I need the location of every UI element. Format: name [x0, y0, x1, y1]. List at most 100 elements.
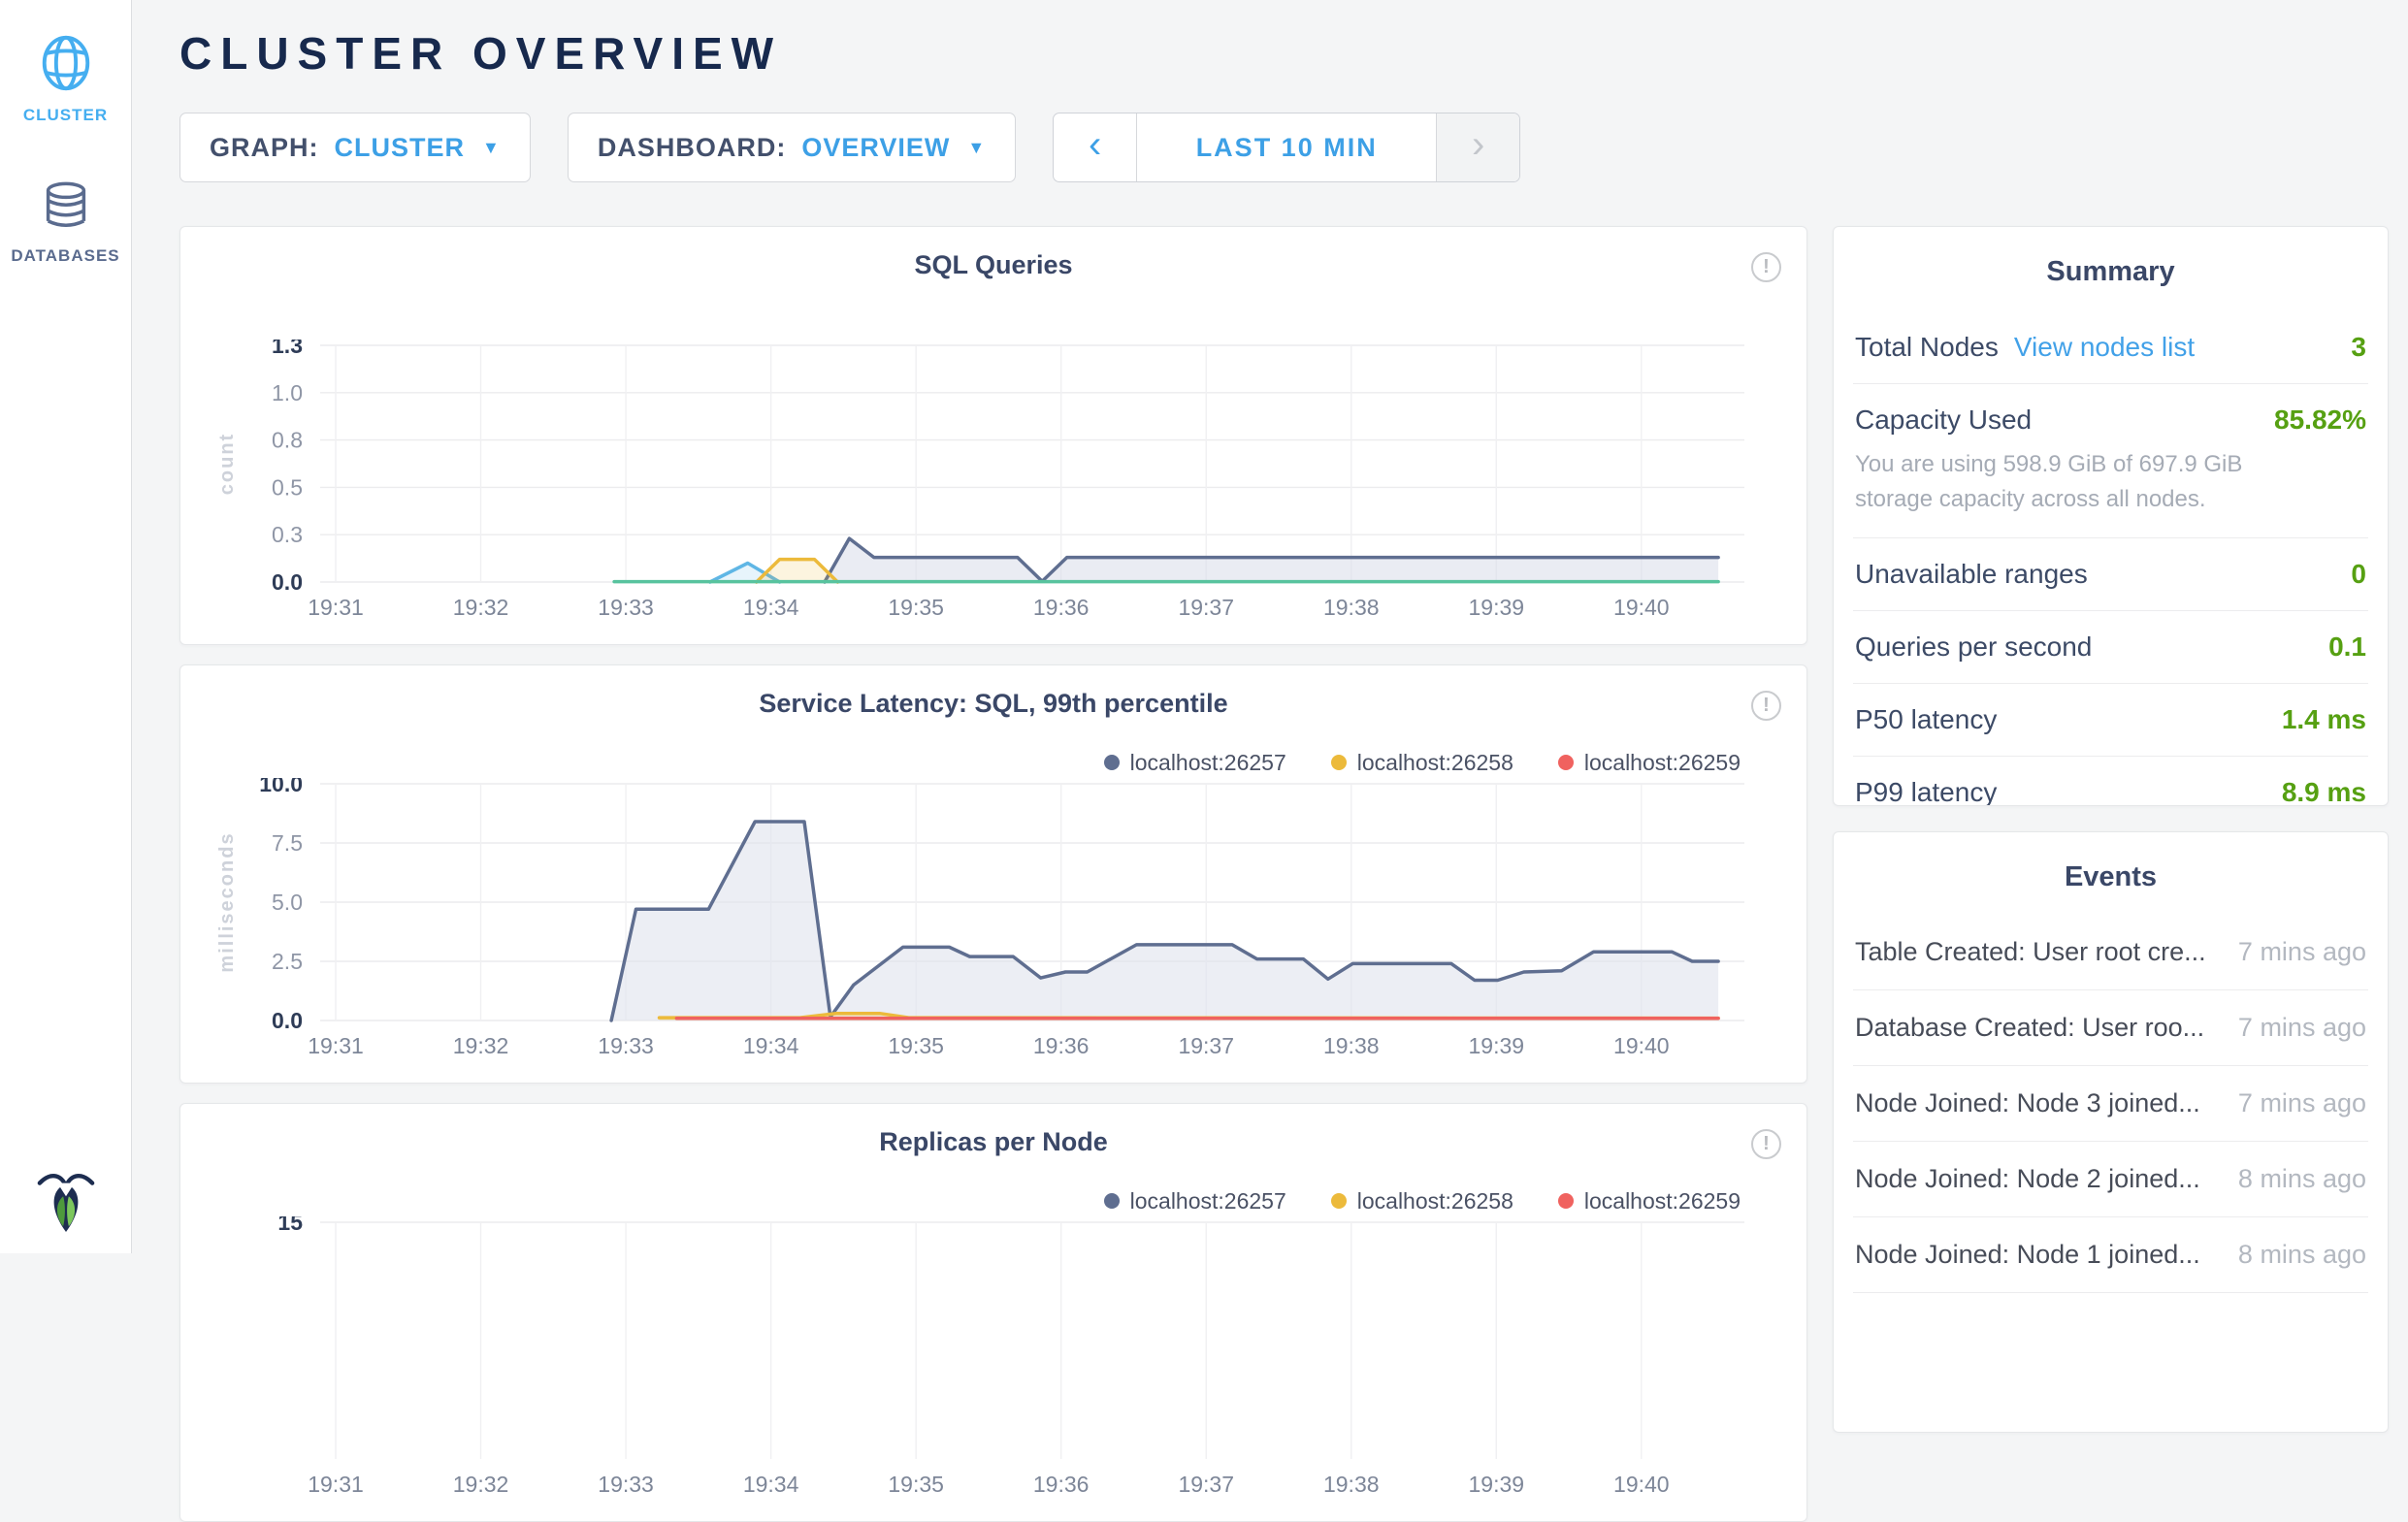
legend-item: localhost:26259	[1558, 750, 1741, 776]
time-range-value[interactable]: LAST 10 MIN	[1137, 113, 1436, 181]
summary-row-subtext: You are using 598.9 GiB of 697.9 GiB sto…	[1855, 447, 2262, 517]
summary-row-value: 1.4 ms	[2282, 704, 2366, 735]
svg-text:19:39: 19:39	[1469, 1033, 1525, 1058]
legend-label: localhost:26259	[1584, 1188, 1741, 1214]
chevron-down-icon: ▼	[967, 138, 986, 158]
svg-text:0.0: 0.0	[272, 569, 303, 595]
dashboard-dropdown[interactable]: DASHBOARD: OVERVIEW ▼	[568, 113, 1016, 182]
info-icon[interactable]: !	[1751, 252, 1781, 282]
event-row: Node Joined: Node 3 joined...7 mins ago	[1853, 1066, 2368, 1142]
svg-text:milliseconds: milliseconds	[216, 831, 238, 972]
controls-bar: GRAPH: CLUSTER ▼ DASHBOARD: OVERVIEW ▼ ‹…	[179, 113, 2389, 182]
sidebar-item-cluster[interactable]: CLUSTER	[0, 33, 131, 125]
summary-row-value: 8.9 ms	[2282, 777, 2366, 806]
cockroachdb-logo[interactable]	[36, 1169, 96, 1242]
info-icon[interactable]: !	[1751, 691, 1781, 721]
svg-text:19:33: 19:33	[598, 595, 654, 620]
view-nodes-list-link[interactable]: View nodes list	[2014, 332, 2195, 362]
chart-legend: localhost:26257 localhost:26258 localhost:…	[200, 1185, 1787, 1216]
svg-text:7.5: 7.5	[272, 830, 303, 856]
summary-row-label: Total Nodes	[1855, 332, 1999, 362]
svg-text:19:37: 19:37	[1178, 1472, 1234, 1497]
event-row: Node Joined: Node 2 joined...8 mins ago	[1853, 1142, 2368, 1217]
summary-row: Unavailable ranges 0	[1853, 537, 2368, 610]
svg-text:19:40: 19:40	[1613, 595, 1670, 620]
svg-text:1.3: 1.3	[272, 340, 303, 358]
svg-text:5.0: 5.0	[272, 890, 303, 915]
summary-row-value: 0	[2351, 559, 2366, 590]
dashboard-dropdown-value: OVERVIEW	[801, 133, 950, 163]
event-text: Node Joined: Node 1 joined...	[1855, 1240, 2200, 1270]
sidebar-item-label: DATABASES	[0, 246, 131, 266]
svg-text:19:36: 19:36	[1033, 1472, 1090, 1497]
event-text: Database Created: User roo...	[1855, 1013, 2204, 1043]
svg-text:0.3: 0.3	[272, 522, 303, 547]
dashboard-dropdown-label: DASHBOARD:	[598, 133, 787, 163]
event-row: Node Joined: Node 1 joined...8 mins ago	[1853, 1217, 2368, 1293]
chart-legend	[200, 308, 1787, 340]
graph-dropdown[interactable]: GRAPH: CLUSTER ▼	[179, 113, 531, 182]
legend-dot-icon	[1558, 1193, 1574, 1209]
time-range-prev-button[interactable]: ‹	[1054, 113, 1137, 181]
svg-text:19:38: 19:38	[1323, 1472, 1380, 1497]
legend-label: localhost:26257	[1130, 750, 1286, 776]
svg-text:19:34: 19:34	[743, 1472, 799, 1497]
service-latency-plot: 0.02.55.07.510.019:3119:3219:3319:3419:3…	[200, 778, 1787, 1065]
legend-dot-icon	[1104, 1193, 1120, 1209]
summary-row-value: 85.82%	[2274, 405, 2366, 436]
event-text: Table Created: User root cre...	[1855, 937, 2206, 967]
event-text: Node Joined: Node 2 joined...	[1855, 1164, 2200, 1194]
svg-text:19:34: 19:34	[743, 595, 799, 620]
summary-row-value: 3	[2351, 332, 2366, 363]
svg-text:19:37: 19:37	[1178, 1033, 1234, 1058]
summary-row-label: Queries per second	[1855, 631, 2092, 662]
summary-row: Capacity UsedYou are using 598.9 GiB of …	[1853, 383, 2368, 537]
sql-queries-plot: 0.00.30.50.81.01.319:3119:3219:3319:3419…	[200, 340, 1787, 627]
sidebar-item-label: CLUSTER	[0, 106, 131, 125]
summary-panel: Summary Total NodesView nodes list3Capac…	[1833, 226, 2389, 806]
graph-dropdown-label: GRAPH:	[210, 133, 319, 163]
chevron-left-icon: ‹	[1089, 125, 1101, 164]
summary-row: Total Nodes View nodes list 3	[1853, 311, 2368, 383]
legend-item: localhost:26257	[1104, 750, 1286, 776]
svg-text:0.8: 0.8	[272, 428, 303, 453]
svg-text:19:35: 19:35	[888, 1033, 944, 1058]
info-icon[interactable]: !	[1751, 1129, 1781, 1159]
svg-text:19:33: 19:33	[598, 1472, 654, 1497]
legend-label: localhost:26257	[1130, 1188, 1286, 1214]
svg-text:19:32: 19:32	[453, 595, 509, 620]
svg-text:19:37: 19:37	[1178, 595, 1234, 620]
legend-label: localhost:26258	[1357, 750, 1513, 776]
graph-dropdown-value: CLUSTER	[335, 133, 466, 163]
sql-queries-chart-card: SQL Queries ! 0.00.30.50.81.01.319:3119:…	[179, 226, 1807, 645]
svg-text:count: count	[216, 433, 238, 495]
charts-column: SQL Queries ! 0.00.30.50.81.01.319:3119:…	[179, 226, 1807, 1522]
summary-row-label: P50 latency	[1855, 704, 1997, 734]
legend-item: localhost:26258	[1331, 1188, 1513, 1214]
chart-title: SQL Queries	[200, 250, 1787, 283]
time-range-next-button[interactable]: ›	[1436, 113, 1519, 181]
event-time: 7 mins ago	[2238, 1013, 2366, 1043]
svg-text:0.0: 0.0	[272, 1008, 303, 1033]
replicas-per-node-chart-card: Replicas per Node ! localhost:26257local…	[179, 1103, 1807, 1522]
chart-title: Replicas per Node	[200, 1127, 1787, 1160]
legend-item: localhost:26258	[1331, 750, 1513, 776]
time-range-selector: ‹ LAST 10 MIN ›	[1053, 113, 1520, 182]
svg-text:19:32: 19:32	[453, 1472, 509, 1497]
svg-text:19:31: 19:31	[308, 595, 364, 620]
svg-text:19:35: 19:35	[888, 1472, 944, 1497]
event-row: Database Created: User roo... 7 mins ago	[1853, 990, 2368, 1066]
svg-text:19:36: 19:36	[1033, 1033, 1090, 1058]
chevron-right-icon: ›	[1472, 125, 1484, 164]
event-rows: Table Created: User root cre... 7 mins ag…	[1834, 915, 2388, 1293]
event-time: 7 mins ago	[2238, 937, 2366, 967]
legend-dot-icon	[1331, 1193, 1347, 1209]
event-time: 7 mins ago	[2238, 1088, 2366, 1118]
sidebar-item-databases[interactable]: DATABASES	[0, 179, 131, 266]
svg-text:19:38: 19:38	[1323, 1033, 1380, 1058]
summary-row-label: Unavailable ranges	[1855, 559, 2088, 589]
chart-legend: localhost:26257 localhost:26258 localhost:…	[200, 747, 1787, 778]
main-content: CLUSTER OVERVIEW GRAPH: CLUSTER ▼ DASHBO…	[133, 0, 2408, 1253]
summary-row-value: 0.1	[2328, 631, 2366, 663]
replicas-per-node-plot: 1519:3119:3219:3319:3419:3519:3619:3719:…	[200, 1216, 1787, 1504]
